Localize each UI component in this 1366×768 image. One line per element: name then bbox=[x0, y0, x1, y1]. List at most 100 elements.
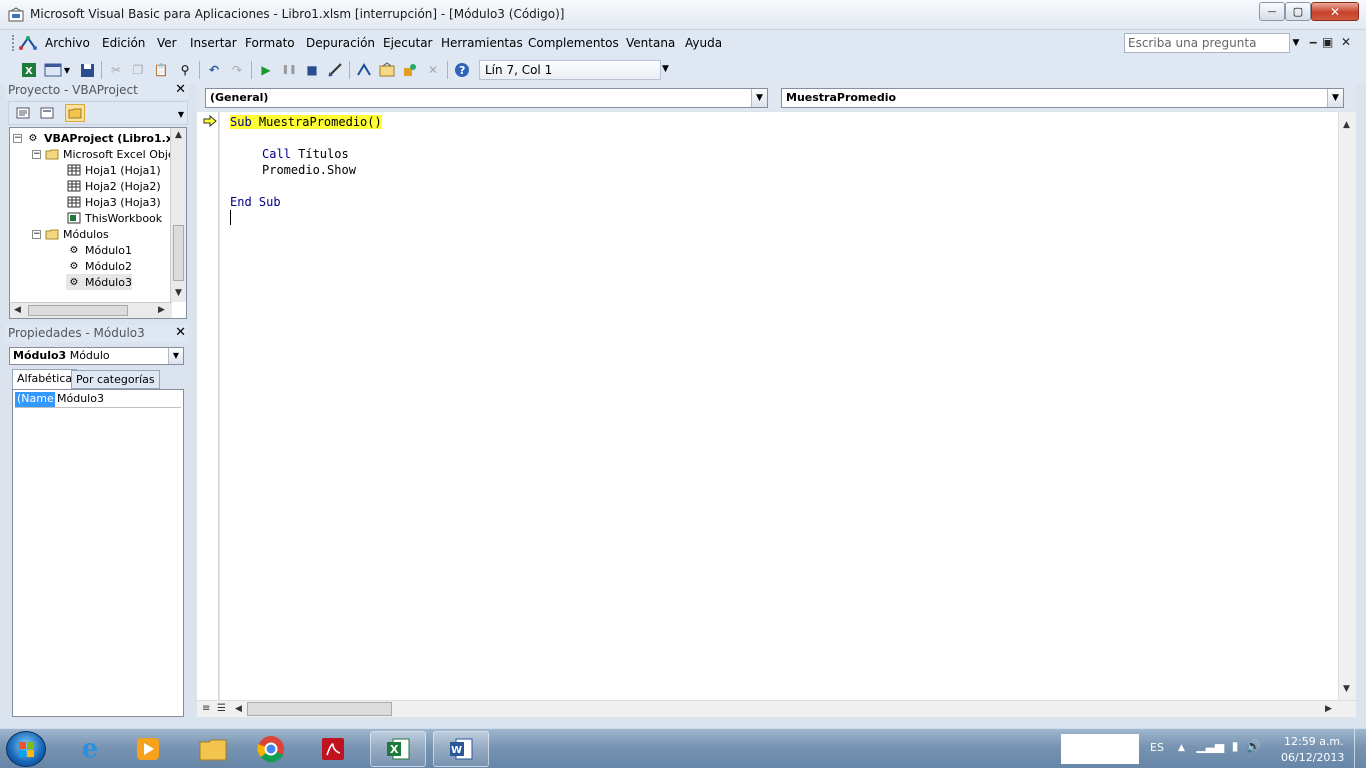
menu-edicion[interactable]: Edición bbox=[102, 36, 145, 50]
code-editor[interactable]: Sub MuestraPromedio() Call Títulos Prome… bbox=[220, 112, 1338, 700]
ask-question-dropdown[interactable]: ▼ bbox=[1290, 33, 1302, 53]
pause-icon[interactable]: ❚❚ bbox=[279, 60, 299, 80]
object-browser-icon[interactable] bbox=[400, 60, 420, 80]
menu-ventana[interactable]: Ventana bbox=[626, 36, 675, 50]
taskbar-chrome[interactable] bbox=[243, 731, 299, 767]
menu-archivo[interactable]: Archivo bbox=[45, 36, 90, 50]
menu-formato[interactable]: Formato bbox=[245, 36, 295, 50]
taskbar-acrobat[interactable] bbox=[305, 731, 361, 767]
paste-icon[interactable]: 📋 bbox=[151, 60, 171, 80]
menu-herramientas[interactable]: Herramientas bbox=[441, 36, 523, 50]
collapse-icon[interactable]: − bbox=[13, 133, 22, 143]
property-value[interactable]: Módulo3 bbox=[57, 392, 104, 405]
scroll-down-icon[interactable]: ▼ bbox=[1343, 684, 1350, 694]
clock-time[interactable]: 12:59 a.m. bbox=[1284, 735, 1344, 748]
mdi-minimize-icon[interactable]: ‒ bbox=[1309, 35, 1317, 49]
scroll-thumb[interactable] bbox=[247, 702, 392, 716]
chevron-down-icon[interactable]: ▼ bbox=[1327, 89, 1343, 107]
toolbox-icon[interactable]: ✕ bbox=[423, 60, 443, 80]
volume-icon[interactable]: 🔊 bbox=[1246, 739, 1261, 753]
property-key[interactable]: (Name) bbox=[15, 392, 58, 407]
insert-dropdown-icon[interactable]: ▼ bbox=[62, 60, 72, 80]
procedure-combo[interactable]: MuestraPromedio ▼ bbox=[781, 88, 1344, 108]
tree-node-modulo1[interactable]: ⚙ Módulo1 bbox=[66, 242, 132, 258]
minimize-button[interactable]: — bbox=[1259, 2, 1285, 21]
tree-node-vbaproject[interactable]: − ⚙ VBAProject (Libro1.xl bbox=[13, 130, 177, 146]
insert-userform-icon[interactable] bbox=[43, 60, 63, 80]
scroll-up-icon[interactable]: ▲ bbox=[175, 130, 182, 140]
toggle-folders-icon[interactable] bbox=[65, 104, 85, 122]
copy-icon[interactable]: ❐ bbox=[128, 60, 148, 80]
scroll-thumb[interactable] bbox=[28, 305, 128, 316]
power-icon[interactable]: ▮ bbox=[1232, 739, 1239, 753]
taskbar-excel[interactable]: X bbox=[370, 731, 426, 767]
reset-icon[interactable]: ■ bbox=[302, 60, 322, 80]
tree-node-hoja3[interactable]: Hoja3 (Hoja3) bbox=[66, 194, 161, 210]
toolbar-options-icon[interactable]: ▼ bbox=[662, 64, 669, 74]
scroll-left-icon[interactable]: ◀ bbox=[14, 305, 21, 315]
start-button[interactable] bbox=[6, 731, 46, 767]
project-pane-close-icon[interactable]: ✕ bbox=[175, 82, 186, 97]
tab-por-categorias[interactable]: Por categorías bbox=[71, 370, 160, 389]
mdi-restore-icon[interactable]: ▣ bbox=[1322, 35, 1333, 49]
code-margin-indicator-bar[interactable] bbox=[197, 112, 219, 700]
collapse-icon[interactable]: − bbox=[32, 229, 41, 239]
scroll-thumb[interactable] bbox=[173, 225, 184, 281]
clock-date[interactable]: 06/12/2013 bbox=[1281, 751, 1344, 764]
show-desktop-button[interactable] bbox=[1354, 729, 1366, 768]
project-toolbar-chevron-icon[interactable]: ▼ bbox=[178, 110, 184, 119]
menu-complementos[interactable]: Complementos bbox=[528, 36, 619, 50]
project-tree-vscroll[interactable]: ▲ ▼ bbox=[170, 128, 186, 302]
tree-node-modulo2[interactable]: ⚙ Módulo2 bbox=[66, 258, 132, 274]
tree-node-hoja1[interactable]: Hoja1 (Hoja1) bbox=[66, 162, 161, 178]
help-icon[interactable]: ? bbox=[452, 60, 472, 80]
language-indicator[interactable]: ES bbox=[1150, 741, 1164, 754]
run-icon[interactable]: ▶ bbox=[256, 60, 276, 80]
scroll-left-icon[interactable]: ◀ bbox=[235, 704, 242, 714]
object-combo[interactable]: (General) ▼ bbox=[205, 88, 768, 108]
redo-icon[interactable]: ↷ bbox=[227, 60, 247, 80]
properties-object-selector[interactable]: Módulo3 Módulo ▼ bbox=[9, 347, 184, 365]
menu-ver[interactable]: Ver bbox=[157, 36, 177, 50]
menu-ayuda[interactable]: Ayuda bbox=[685, 36, 722, 50]
properties-pane-close-icon[interactable]: ✕ bbox=[175, 325, 186, 340]
save-icon[interactable] bbox=[77, 60, 97, 80]
taskbar-word[interactable]: W bbox=[433, 731, 489, 767]
project-explorer-icon[interactable] bbox=[354, 60, 374, 80]
scroll-down-icon[interactable]: ▼ bbox=[175, 288, 182, 298]
maximize-button[interactable]: ▢ bbox=[1285, 2, 1311, 21]
tree-node-modulo3[interactable]: ⚙ Módulo3 bbox=[66, 274, 132, 290]
full-module-view-icon[interactable]: ☰ bbox=[217, 703, 226, 714]
chevron-down-icon[interactable]: ▼ bbox=[168, 348, 183, 364]
view-code-icon[interactable] bbox=[13, 104, 33, 122]
chevron-down-icon[interactable]: ▼ bbox=[751, 89, 767, 107]
scroll-right-icon[interactable]: ▶ bbox=[1325, 704, 1332, 714]
show-hidden-icons-icon[interactable]: ▲ bbox=[1178, 743, 1185, 753]
code-hscroll[interactable]: ≡ ☰ ◀ ▶ bbox=[197, 700, 1356, 717]
view-object-icon[interactable] bbox=[37, 104, 57, 122]
tab-alfabetica[interactable]: Alfabética bbox=[12, 369, 78, 390]
ask-question-input[interactable]: Escriba una pregunta bbox=[1124, 33, 1290, 53]
procedure-view-icon[interactable]: ≡ bbox=[202, 703, 210, 714]
scroll-up-icon[interactable]: ▲ bbox=[1343, 120, 1350, 130]
tree-node-thisworkbook[interactable]: ThisWorkbook bbox=[66, 210, 162, 226]
find-icon[interactable]: ⚲ bbox=[175, 60, 195, 80]
tree-node-modulos[interactable]: − Módulos bbox=[32, 226, 109, 242]
tree-node-excel-objects[interactable]: − Microsoft Excel Objet bbox=[32, 146, 179, 162]
taskbar-media-player[interactable] bbox=[120, 731, 176, 767]
cut-icon[interactable]: ✂ bbox=[106, 60, 126, 80]
mdi-close-icon[interactable]: ✕ bbox=[1341, 35, 1351, 49]
design-mode-icon[interactable] bbox=[325, 60, 345, 80]
collapse-icon[interactable]: − bbox=[32, 149, 41, 159]
scroll-right-icon[interactable]: ▶ bbox=[158, 305, 165, 315]
properties-window-icon[interactable] bbox=[377, 60, 397, 80]
close-button[interactable]: ✕ bbox=[1311, 2, 1359, 21]
menu-depuracion[interactable]: Depuración bbox=[306, 36, 375, 50]
toolbar-grip[interactable] bbox=[12, 35, 15, 51]
network-icon[interactable]: ▁▃▅ bbox=[1196, 739, 1224, 753]
project-tree-hscroll[interactable]: ◀ ▶ bbox=[10, 302, 172, 318]
menu-insertar[interactable]: Insertar bbox=[190, 36, 237, 50]
taskbar-file-explorer[interactable] bbox=[185, 731, 241, 767]
vba-menu-icon[interactable] bbox=[18, 34, 38, 52]
view-excel-icon[interactable]: X bbox=[19, 60, 39, 80]
